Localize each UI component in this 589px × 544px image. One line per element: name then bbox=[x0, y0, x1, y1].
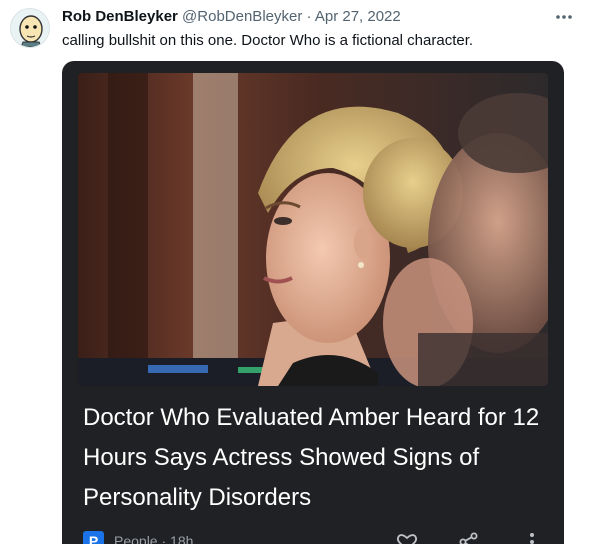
author-handle[interactable]: @RobDenBleyker bbox=[182, 8, 302, 25]
source-logo-icon: P bbox=[83, 531, 104, 544]
card-headline[interactable]: Doctor Who Evaluated Amber Heard for 12 … bbox=[83, 398, 553, 518]
avatar[interactable] bbox=[10, 8, 50, 48]
cartoon-avatar-icon bbox=[11, 9, 49, 47]
more-icon[interactable] bbox=[553, 6, 575, 28]
source-text[interactable]: People · 18h bbox=[114, 533, 193, 544]
tweet-text: calling bullshit on this one. Doctor Who… bbox=[62, 32, 474, 49]
author-name[interactable]: Rob DenBleyker bbox=[62, 8, 178, 25]
share-icon[interactable] bbox=[458, 531, 480, 544]
meta-separator: · bbox=[306, 8, 312, 25]
tweet-date[interactable]: Apr 27, 2022 bbox=[315, 8, 401, 25]
vertical-dots-icon[interactable] bbox=[521, 531, 543, 544]
card-source-row: P People · 18h bbox=[83, 531, 553, 544]
link-card[interactable]: Doctor Who Evaluated Amber Heard for 12 … bbox=[62, 61, 564, 544]
card-image[interactable] bbox=[78, 73, 548, 386]
heart-icon[interactable] bbox=[396, 531, 418, 544]
tweet-header: Rob DenBleyker @RobDenBleyker · Apr 27, … bbox=[62, 8, 401, 26]
